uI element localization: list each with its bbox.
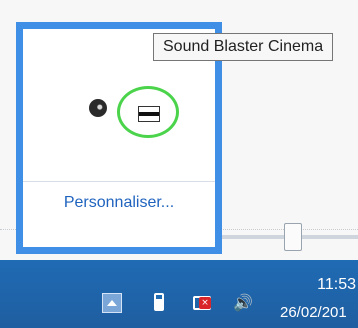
clock-date[interactable]: 26/02/201 [280, 304, 358, 321]
overflow-panel-body: Personnaliser... [23, 29, 215, 247]
panel-divider [23, 181, 215, 182]
slider-thumb[interactable] [284, 223, 302, 251]
network-icon-glyph: × [193, 296, 211, 310]
battery-icon-glyph [154, 293, 164, 311]
taskbar: × 🔊 11:53 26/02/201 [0, 260, 358, 328]
battery-icon[interactable] [150, 290, 168, 314]
customize-link[interactable]: Personnaliser... [23, 194, 215, 212]
show-hidden-icons-arrow-icon [107, 300, 117, 306]
show-hidden-icons-button[interactable] [102, 293, 122, 313]
clock-time[interactable]: 11:53 [286, 276, 358, 294]
slider-track[interactable] [200, 235, 358, 239]
tooltip: Sound Blaster Cinema [153, 33, 334, 61]
black-ball-icon-glyph [89, 99, 107, 117]
sound-blaster-icon-glyph [138, 106, 160, 122]
volume-icon[interactable]: 🔊 [232, 291, 254, 313]
black-ball-icon[interactable] [86, 96, 110, 120]
network-error-badge-icon: × [199, 297, 211, 309]
network-error-icon[interactable]: × [188, 290, 216, 316]
sound-blaster-icon[interactable] [121, 92, 177, 136]
